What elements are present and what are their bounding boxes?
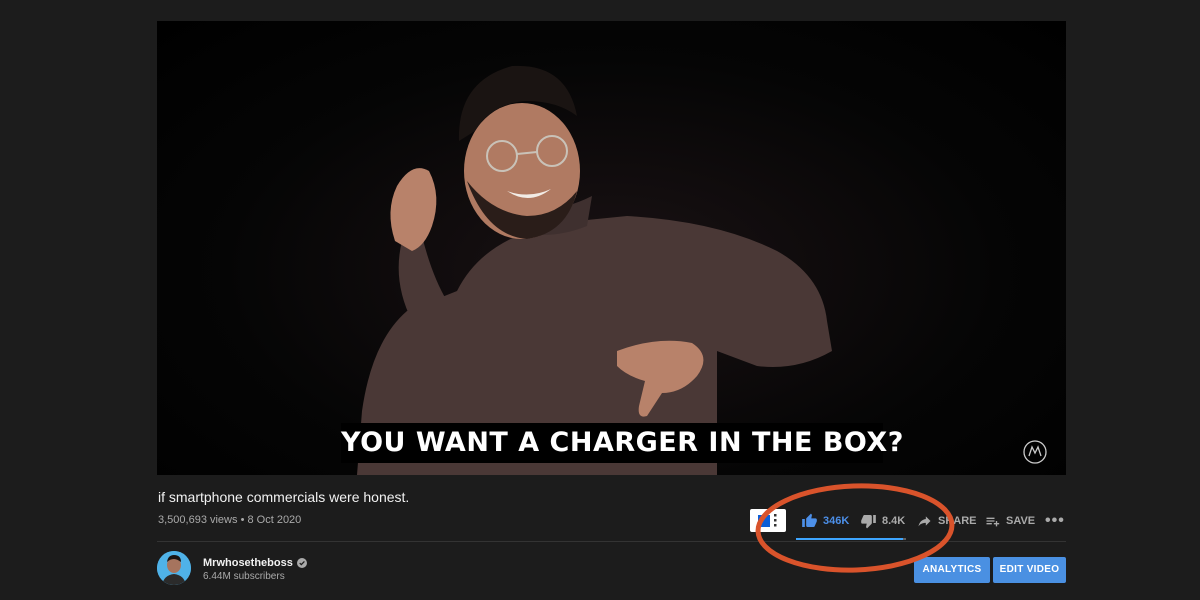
- video-player[interactable]: YOU WANT A CHARGER IN THE BOX?: [157, 21, 1066, 475]
- video-meta: 3,500,693 views • 8 Oct 2020: [158, 514, 301, 526]
- thumbs-down-icon: [861, 515, 876, 529]
- clip-icon: [758, 514, 777, 527]
- avatar-image: [157, 551, 191, 585]
- divider: [157, 541, 1066, 542]
- upload-date: 8 Oct 2020: [247, 514, 302, 526]
- share-button[interactable]: SHARE: [916, 512, 977, 530]
- meta-separator: •: [240, 514, 245, 526]
- channel-name-row[interactable]: Mrwhosetheboss: [203, 557, 307, 569]
- clip-button[interactable]: [750, 509, 786, 532]
- like-dislike-bar: [796, 538, 906, 540]
- analytics-button[interactable]: ANALYTICS: [914, 557, 990, 583]
- subscriber-count: 6.44M subscribers: [203, 571, 285, 582]
- more-icon: •••: [1045, 512, 1065, 529]
- verified-icon: [296, 558, 307, 568]
- save-label: SAVE: [1006, 515, 1036, 527]
- channel-name[interactable]: Mrwhosetheboss: [203, 557, 293, 569]
- dislike-button[interactable]: 8.4K: [860, 512, 905, 530]
- thumbs-up-icon: [802, 513, 817, 527]
- dislike-count: 8.4K: [882, 515, 906, 527]
- like-button[interactable]: 346K: [801, 512, 849, 530]
- like-ratio-fill: [796, 538, 904, 540]
- edit-video-button[interactable]: EDIT VIDEO: [993, 557, 1066, 583]
- youtube-watch-page: YOU WANT A CHARGER IN THE BOX? if smartp…: [0, 0, 1200, 600]
- video-caption: YOU WANT A CHARGER IN THE BOX?: [341, 423, 903, 463]
- share-icon: [918, 516, 931, 527]
- save-playlist-icon: [986, 517, 1000, 527]
- share-label: SHARE: [938, 515, 977, 527]
- like-count: 346K: [823, 515, 850, 527]
- video-frame: [357, 65, 832, 475]
- save-button[interactable]: SAVE: [984, 512, 1035, 530]
- watermark-logo-icon: [1023, 440, 1047, 464]
- video-title: if smartphone commercials were honest.: [158, 489, 410, 505]
- channel-avatar[interactable]: [157, 551, 191, 585]
- view-count: 3,500,693 views: [158, 514, 238, 526]
- more-actions-button[interactable]: •••: [1045, 512, 1065, 530]
